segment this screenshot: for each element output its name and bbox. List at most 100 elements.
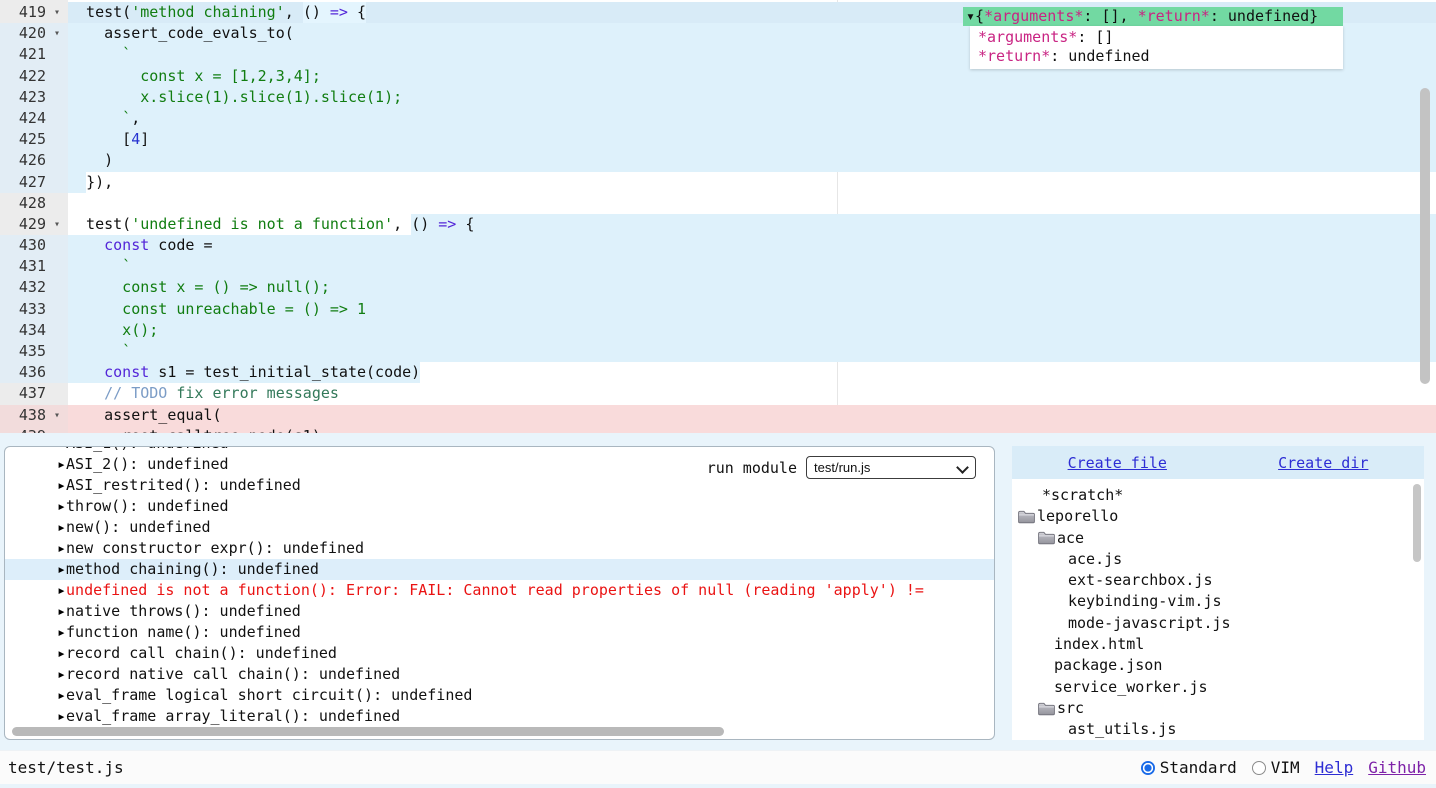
fold-caret-icon[interactable]: ▾ xyxy=(46,2,68,23)
file-tree[interactable]: *scratch*leporelloaceace.jsext-searchbox… xyxy=(1012,479,1424,740)
code-token: x.slice(1).slice(1).slice(1); xyxy=(68,87,402,108)
expand-triangle-icon[interactable]: ▸ xyxy=(57,446,66,452)
code-token: , xyxy=(285,2,303,23)
file-tree-file[interactable]: ace.js xyxy=(1012,549,1424,570)
file-tree-folder[interactable]: leporello xyxy=(1012,506,1424,527)
keybinding-option-standard[interactable]: Standard xyxy=(1141,758,1237,777)
test-result-item[interactable]: ▸undefined is not a function(): Error: F… xyxy=(57,580,994,601)
file-name: mode-javascript.js xyxy=(1068,613,1231,634)
expand-triangle-icon[interactable]: ▸ xyxy=(57,476,66,494)
radio-unselected-icon[interactable] xyxy=(1252,761,1266,775)
line-tail xyxy=(113,172,1436,193)
file-tree-file[interactable]: ext-searchbox.js xyxy=(1012,570,1424,591)
line-number: 434 xyxy=(0,320,46,341)
expand-triangle-icon[interactable]: ▸ xyxy=(57,518,66,536)
test-result-item[interactable]: ▸new(): undefined xyxy=(57,517,994,538)
code-line: 438▾ assert_equal( xyxy=(0,405,1436,426)
expand-triangle-icon[interactable]: ▸ xyxy=(57,623,66,641)
expand-triangle-icon[interactable]: ▸ xyxy=(57,560,66,578)
test-result-item[interactable]: ▸native throws(): undefined xyxy=(57,601,994,622)
files-vscrollbar-thumb[interactable] xyxy=(1413,484,1421,562)
radio-selected-icon[interactable] xyxy=(1141,761,1155,775)
code-token: : undefined xyxy=(1050,47,1149,65)
test-result-item[interactable]: ▸eval_frame logical short circuit(): und… xyxy=(57,685,994,706)
test-result-item[interactable]: ▸new constructor expr(): undefined xyxy=(57,538,994,559)
create-file-link[interactable]: Create file xyxy=(1068,454,1167,472)
test-result-item[interactable]: ▸function name(): undefined xyxy=(57,622,994,643)
results-hscrollbar-thumb[interactable] xyxy=(12,727,724,736)
line-tail xyxy=(339,383,1436,404)
code-line: 431 ` xyxy=(0,256,1436,277)
file-tree-folder[interactable]: src xyxy=(1012,698,1424,719)
folder-icon xyxy=(1038,702,1055,716)
file-tree-file[interactable]: service_worker.js xyxy=(1012,677,1424,698)
code-line: 437 // TODO fix error messages xyxy=(0,383,1436,404)
line-number: 437 xyxy=(0,383,46,404)
code-token: s1 = test_initial_state(code) xyxy=(149,362,420,383)
expand-triangle-icon[interactable]: ▸ xyxy=(57,665,66,683)
help-link[interactable]: Help xyxy=(1315,758,1354,777)
gutter-cell: 435 xyxy=(0,341,68,362)
tooltip-header[interactable]: ▾{*arguments*: [], *return*: undefined} xyxy=(963,7,1343,26)
test-result-item[interactable]: ▸eval_frame array_literal(): undefined xyxy=(57,706,994,727)
code-line-text: root_calltree_node(s1), xyxy=(68,426,1436,433)
file-name: ext-searchbox.js xyxy=(1068,570,1213,591)
code-token: root_calltree_node(s1), xyxy=(68,426,330,433)
file-tree-file[interactable]: mode-javascript.js xyxy=(1012,613,1424,634)
expand-triangle-icon[interactable]: ▸ xyxy=(57,644,66,662)
code-token: [ xyxy=(68,129,131,150)
line-number: 427 xyxy=(0,172,46,193)
github-link[interactable]: Github xyxy=(1368,758,1426,777)
line-number: 421 xyxy=(0,44,46,65)
test-result-label: eval_frame logical short circuit(): unde… xyxy=(66,686,472,704)
code-token: // TODO xyxy=(68,383,167,404)
line-number: 429 xyxy=(0,214,46,235)
fold-caret-icon[interactable]: ▾ xyxy=(46,23,68,44)
code-editor[interactable]: 419▾ test('method chaining', () => {420▾… xyxy=(0,0,1436,433)
fold-caret-icon[interactable]: ▾ xyxy=(46,214,68,235)
test-result-item[interactable]: ▸ASI_1(): undefined xyxy=(57,446,994,454)
line-number: 424 xyxy=(0,108,46,129)
code-line-text: assert_equal( xyxy=(68,405,1436,426)
test-result-item[interactable]: ▸method chaining(): undefined xyxy=(5,559,994,580)
expand-triangle-icon[interactable]: ▸ xyxy=(57,602,66,620)
file-tree-file[interactable]: package.json xyxy=(1012,655,1424,676)
test-result-item[interactable]: ▸record native call chain(): undefined xyxy=(57,664,994,685)
expand-triangle-icon[interactable]: ▸ xyxy=(57,686,66,704)
code-line-text: [4] xyxy=(68,129,1436,150)
folder-icon xyxy=(1018,510,1035,524)
code-token: const unreachable = () => 1 xyxy=(68,299,366,320)
expand-triangle-icon[interactable]: ▸ xyxy=(57,455,66,473)
test-result-label: native throws(): undefined xyxy=(66,602,301,620)
tooltip-entry[interactable]: *return*: undefined xyxy=(970,47,1343,66)
caret-spacer xyxy=(46,277,68,298)
test-result-item[interactable]: ▸throw(): undefined xyxy=(57,496,994,517)
file-name: keybinding-vim.js xyxy=(1068,591,1222,612)
code-line-text: const code = xyxy=(68,235,1436,256)
gutter-cell: 439 xyxy=(0,426,68,433)
line-tail xyxy=(222,405,1436,426)
keybinding-option-vim[interactable]: VIM xyxy=(1252,758,1300,777)
create-dir-link[interactable]: Create dir xyxy=(1278,454,1368,472)
expand-triangle-icon[interactable]: ▸ xyxy=(57,707,66,725)
gutter-cell: 432 xyxy=(0,277,68,298)
caret-spacer xyxy=(46,341,68,362)
file-tree-file[interactable]: index.html xyxy=(1012,634,1424,655)
editor-vscrollbar-thumb[interactable] xyxy=(1420,88,1430,384)
tooltip-entry[interactable]: *arguments*: [] xyxy=(970,28,1343,47)
results-hscrollbar[interactable] xyxy=(8,726,991,737)
file-tree-folder[interactable]: ace xyxy=(1012,528,1424,549)
line-tail xyxy=(140,108,1436,129)
file-tree-file[interactable]: *scratch* xyxy=(1012,485,1424,506)
caret-spacer xyxy=(46,87,68,108)
expand-triangle-icon[interactable]: ▸ xyxy=(57,539,66,557)
file-tree-file[interactable]: keybinding-vim.js xyxy=(1012,591,1424,612)
run-module-select[interactable]: test/run.js xyxy=(806,456,976,479)
expand-triangle-icon[interactable]: ▸ xyxy=(57,581,66,599)
test-result-item[interactable]: ▸record call chain(): undefined xyxy=(57,643,994,664)
fold-caret-icon[interactable]: ▾ xyxy=(46,405,68,426)
file-tree-file[interactable]: ast_utils.js xyxy=(1012,719,1424,740)
expand-triangle-icon[interactable]: ▸ xyxy=(57,497,66,515)
files-header: Create file Create dir xyxy=(1012,446,1424,479)
code-line-text: x.slice(1).slice(1).slice(1); xyxy=(68,87,1436,108)
